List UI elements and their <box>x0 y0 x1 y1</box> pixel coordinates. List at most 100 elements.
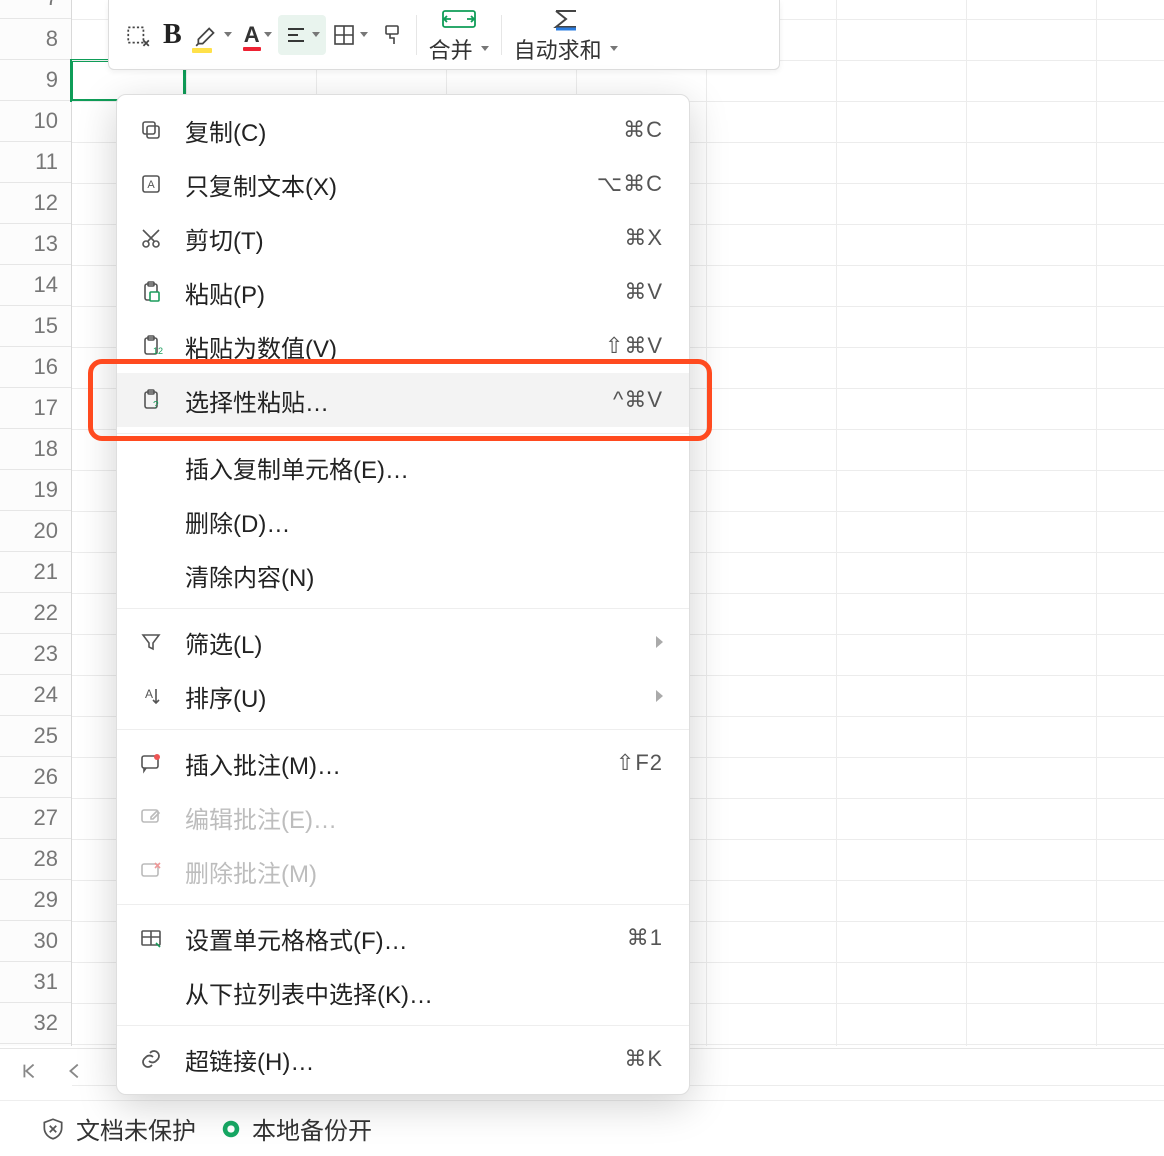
sort-icon: A <box>135 680 167 712</box>
menu-separator <box>117 1025 689 1026</box>
menu-item[interactable]: 剪切(T)⌘X <box>117 211 689 265</box>
blank-icon <box>135 976 167 1008</box>
filter-icon <box>135 626 167 658</box>
menu-item[interactable]: 设置单元格格式(F)…⌘1 <box>117 911 689 965</box>
align-button[interactable] <box>278 15 326 55</box>
menu-item: 编辑批注(E)… <box>117 790 689 844</box>
row-header[interactable]: 23 <box>0 634 71 675</box>
menu-item-shortcut: ⌘X <box>624 225 663 251</box>
row-header[interactable]: 24 <box>0 675 71 716</box>
highlight-color-button[interactable] <box>188 15 238 55</box>
menu-item[interactable]: 筛选(L) <box>117 615 689 669</box>
menu-item-label: 只复制文本(X) <box>185 167 597 202</box>
row-headers: 7891011121314151617181920212223242526272… <box>0 0 72 1046</box>
row-header[interactable]: 13 <box>0 224 71 265</box>
row-header[interactable]: 8 <box>0 19 71 60</box>
blank-icon <box>135 505 167 537</box>
comment-add-icon <box>135 747 167 779</box>
link-icon <box>135 1043 167 1075</box>
format-painter-button[interactable] <box>374 15 410 55</box>
comment-del-icon <box>135 855 167 887</box>
menu-item[interactable]: 插入复制单元格(E)… <box>117 440 689 494</box>
row-header[interactable]: 7 <box>0 0 71 19</box>
menu-item[interactable]: 插入批注(M)…⇧F2 <box>117 736 689 790</box>
blank-icon <box>135 451 167 483</box>
menu-item: 删除批注(M) <box>117 844 689 898</box>
svg-text:12: 12 <box>153 346 163 356</box>
menu-item[interactable]: 12 粘贴为数值(V)⇧⌘V <box>117 319 689 373</box>
menu-item[interactable]: A 只复制文本(X)⌥⌘C <box>117 157 689 211</box>
blank-icon <box>135 559 167 591</box>
menu-item[interactable]: 粘贴(P)⌘V <box>117 265 689 319</box>
row-header[interactable]: 17 <box>0 388 71 429</box>
bold-button[interactable]: B <box>157 15 188 55</box>
menu-item-shortcut: ⌥⌘C <box>597 171 663 197</box>
menu-separator <box>117 608 689 609</box>
row-header[interactable]: 18 <box>0 429 71 470</box>
row-header[interactable]: 16 <box>0 347 71 388</box>
row-header[interactable]: 19 <box>0 470 71 511</box>
menu-item-label: 删除批注(M) <box>185 854 663 889</box>
paste-values-icon: 12 <box>135 330 167 362</box>
submenu-arrow-icon <box>656 690 663 702</box>
row-header[interactable]: 14 <box>0 265 71 306</box>
merge-cells-button[interactable]: 合并 <box>429 5 489 65</box>
menu-item[interactable]: A 排序(U) <box>117 669 689 723</box>
sheet-nav-first-button[interactable] <box>18 1060 40 1082</box>
row-header[interactable]: 9 <box>0 60 71 101</box>
menu-item[interactable]: 从下拉列表中选择(K)… <box>117 965 689 1019</box>
menu-item-label: 编辑批注(E)… <box>185 800 663 835</box>
sheet-nav-prev-button[interactable] <box>64 1060 86 1082</box>
menu-item-label: 粘贴为数值(V) <box>185 329 605 364</box>
menu-item-label: 插入批注(M)… <box>185 746 616 781</box>
backup-status[interactable]: 本地备份开 <box>220 1111 372 1146</box>
menu-separator <box>117 433 689 434</box>
menu-item-shortcut: ⇧⌘V <box>605 333 663 359</box>
menu-item-label: 排序(U) <box>185 679 648 714</box>
formatting-toolbar: B A 合并 <box>108 0 780 70</box>
font-color-button[interactable]: A <box>238 15 278 55</box>
svg-text:A: A <box>145 687 153 701</box>
row-header[interactable]: 28 <box>0 839 71 880</box>
row-header[interactable]: 32 <box>0 1003 71 1044</box>
menu-separator <box>117 904 689 905</box>
row-header[interactable]: 21 <box>0 552 71 593</box>
comment-edit-icon <box>135 801 167 833</box>
row-header[interactable]: 26 <box>0 757 71 798</box>
row-header[interactable]: 15 <box>0 306 71 347</box>
menu-item-label: 超链接(H)… <box>185 1042 624 1077</box>
menu-item-shortcut: ⌘1 <box>627 925 663 951</box>
paste-special-icon: ? <box>135 384 167 416</box>
select-object-icon[interactable] <box>119 15 157 55</box>
menu-item-label: 选择性粘贴… <box>185 383 613 418</box>
backup-status-label: 本地备份开 <box>252 1111 372 1146</box>
menu-separator <box>117 729 689 730</box>
menu-item-shortcut: ⌘C <box>623 117 663 143</box>
menu-item[interactable]: 清除内容(N) <box>117 548 689 602</box>
row-header[interactable]: 20 <box>0 511 71 552</box>
menu-item[interactable]: ?选择性粘贴…^⌘V <box>117 373 689 427</box>
menu-item[interactable]: 复制(C)⌘C <box>117 103 689 157</box>
autosum-button[interactable]: 自动求和 <box>514 5 618 65</box>
borders-button[interactable] <box>326 15 374 55</box>
menu-item-label: 设置单元格格式(F)… <box>185 921 627 956</box>
protect-status[interactable]: 文档未保护 <box>40 1111 196 1146</box>
format-cell-icon <box>135 922 167 954</box>
row-header[interactable]: 12 <box>0 183 71 224</box>
row-header[interactable]: 25 <box>0 716 71 757</box>
row-header[interactable]: 22 <box>0 593 71 634</box>
menu-item-label: 粘贴(P) <box>185 275 624 310</box>
row-header[interactable]: 31 <box>0 962 71 1003</box>
svg-text:A: A <box>147 179 155 191</box>
toolbar-separator <box>501 15 502 55</box>
row-header[interactable]: 30 <box>0 921 71 962</box>
row-header[interactable]: 29 <box>0 880 71 921</box>
autosum-label: 自动求和 <box>514 33 602 65</box>
row-header[interactable]: 11 <box>0 142 71 183</box>
menu-item[interactable]: 超链接(H)…⌘K <box>117 1032 689 1086</box>
row-header[interactable]: 27 <box>0 798 71 839</box>
row-header[interactable]: 10 <box>0 101 71 142</box>
menu-item[interactable]: 删除(D)… <box>117 494 689 548</box>
status-bar: 文档未保护 本地备份开 <box>0 1100 1164 1156</box>
protect-status-label: 文档未保护 <box>76 1111 196 1146</box>
